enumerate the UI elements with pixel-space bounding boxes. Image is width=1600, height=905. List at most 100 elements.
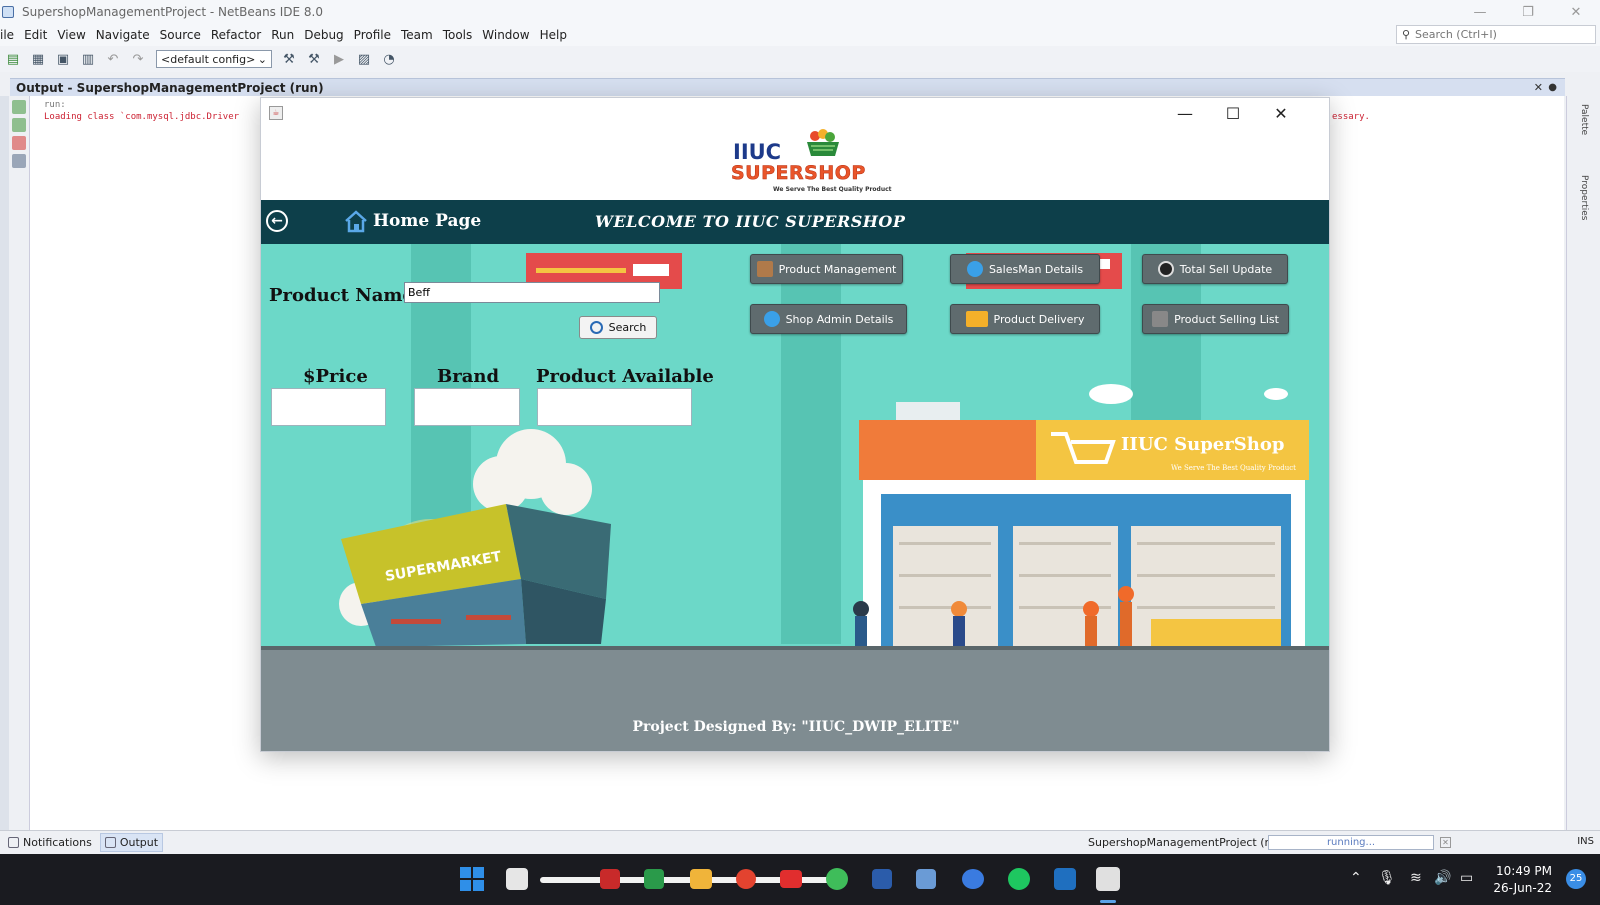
app-icon[interactable] bbox=[872, 869, 892, 889]
output-tab[interactable]: Output bbox=[99, 833, 164, 852]
menu-run[interactable]: Run bbox=[266, 28, 299, 42]
config-select[interactable]: <default config> ⌄ bbox=[156, 50, 272, 68]
run-icon[interactable]: ▶ bbox=[328, 49, 350, 69]
ide-search-box[interactable]: ⚲ bbox=[1396, 25, 1596, 44]
app-icon[interactable] bbox=[962, 869, 984, 889]
menu-window[interactable]: Window bbox=[477, 28, 534, 42]
windows-taskbar: ⌃ 🎙 ≋ 🔊 ▭ 10:49 PM 26-Jun-22 25 bbox=[0, 854, 1600, 905]
ide-window-controls: — ❐ ✕ bbox=[1456, 0, 1600, 24]
supermarket-illustration: SUPERMARKET bbox=[339, 429, 611, 647]
search-icon bbox=[589, 321, 603, 334]
menu-file[interactable]: ile bbox=[0, 28, 19, 42]
product-delivery-button[interactable]: Product Delivery bbox=[950, 304, 1100, 334]
salesman-details-button[interactable]: SalesMan Details bbox=[950, 254, 1100, 284]
minimize-icon[interactable]: — bbox=[1456, 0, 1504, 24]
minimize-output-icon[interactable]: ● bbox=[1548, 82, 1557, 93]
open-project-icon[interactable]: ▣ bbox=[52, 49, 74, 69]
menu-view[interactable]: View bbox=[52, 28, 90, 42]
file-explorer-icon[interactable] bbox=[690, 869, 712, 889]
app-close-icon[interactable]: ✕ bbox=[1257, 102, 1305, 124]
home-scene: Product Name: Search $Price Brand Produc… bbox=[261, 244, 1329, 751]
chevron-down-icon: ⌄ bbox=[257, 52, 267, 66]
build-icon[interactable]: ⚒ bbox=[278, 49, 300, 69]
spotify-icon[interactable] bbox=[1008, 868, 1030, 890]
home-label: Home Page bbox=[373, 211, 482, 231]
menu-debug[interactable]: Debug bbox=[299, 28, 348, 42]
menu-source[interactable]: Source bbox=[155, 28, 206, 42]
output-header: Output - SupershopManagementProject (run… bbox=[10, 78, 1565, 96]
notification-badge[interactable]: 25 bbox=[1566, 869, 1586, 889]
java-icon[interactable] bbox=[1096, 867, 1120, 891]
ide-search-input[interactable] bbox=[1415, 28, 1585, 41]
product-management-button[interactable]: Product Management bbox=[750, 254, 903, 284]
app-title-bar: ☕ — ☐ ✕ IIUC SUPERSHOP We Serve The Best… bbox=[261, 98, 1329, 198]
search-icon: ⚲ bbox=[1401, 28, 1411, 41]
wifi-icon[interactable]: ≋ bbox=[1410, 870, 1422, 886]
product-selling-list-button[interactable]: Product Selling List bbox=[1142, 304, 1289, 334]
menu-team[interactable]: Team bbox=[396, 28, 438, 42]
chrome-icon[interactable] bbox=[736, 869, 756, 889]
app-icon[interactable] bbox=[916, 869, 936, 889]
supershop-window: ☕ — ☐ ✕ IIUC SUPERSHOP We Serve The Best… bbox=[260, 97, 1330, 752]
close-output-icon[interactable]: ✕ bbox=[1534, 81, 1543, 94]
notifications-tab[interactable]: Notifications bbox=[4, 834, 96, 851]
back-button[interactable]: ← bbox=[266, 210, 288, 232]
clock-date: 26-Jun-22 bbox=[1493, 881, 1552, 895]
battery-icon[interactable]: ▭ bbox=[1460, 870, 1473, 886]
availability-field[interactable] bbox=[537, 388, 692, 426]
properties-tab[interactable]: Properties bbox=[1579, 175, 1589, 220]
footer-credit: Project Designed By: "IIUC_DWIP_ELITE" bbox=[632, 719, 960, 735]
menu-help[interactable]: Help bbox=[535, 28, 572, 42]
cancel-task-icon[interactable]: ✕ bbox=[1440, 837, 1451, 848]
price-field[interactable] bbox=[271, 388, 386, 426]
start-icon[interactable] bbox=[460, 867, 484, 891]
restore-icon[interactable]: ❐ bbox=[1504, 0, 1552, 24]
clock[interactable]: 10:49 PM 26-Jun-22 bbox=[1493, 863, 1552, 897]
debug-icon[interactable]: ▨ bbox=[353, 49, 375, 69]
new-project-icon[interactable]: ▦ bbox=[27, 49, 49, 69]
profile-icon[interactable]: ◔ bbox=[378, 49, 400, 69]
box-icon bbox=[756, 261, 773, 277]
search-label: Search bbox=[608, 321, 647, 334]
search-button[interactable]: Search bbox=[579, 316, 657, 339]
app-icon[interactable] bbox=[644, 869, 664, 889]
clean-build-icon[interactable]: ⚒ bbox=[303, 49, 325, 69]
close-icon[interactable]: ✕ bbox=[1552, 0, 1600, 24]
menu-navigate[interactable]: Navigate bbox=[91, 28, 155, 42]
microphone-icon[interactable]: 🎙 bbox=[1378, 870, 1396, 886]
whatsapp-icon[interactable] bbox=[826, 868, 848, 890]
menu-tools[interactable]: Tools bbox=[438, 28, 478, 42]
brand-field[interactable] bbox=[414, 388, 520, 426]
stop-icon[interactable] bbox=[12, 136, 26, 150]
redo-icon[interactable]: ↷ bbox=[127, 49, 149, 69]
supershop-logo: IIUC SUPERSHOP We Serve The Best Quality… bbox=[731, 128, 901, 194]
menu-profile[interactable]: Profile bbox=[349, 28, 396, 42]
output-line: essary. bbox=[1332, 112, 1370, 122]
settings-icon[interactable] bbox=[12, 154, 26, 168]
menu-edit[interactable]: Edit bbox=[19, 28, 52, 42]
palette-tab[interactable]: Palette bbox=[1579, 104, 1589, 135]
user-icon bbox=[763, 311, 780, 327]
projects-side-tab[interactable] bbox=[0, 96, 9, 830]
home-icon bbox=[345, 210, 367, 233]
volume-icon[interactable]: 🔊 bbox=[1434, 870, 1451, 886]
chevron-up-icon[interactable]: ⌃ bbox=[1350, 870, 1362, 886]
product-name-input[interactable] bbox=[404, 282, 660, 303]
notification-icon bbox=[8, 837, 19, 848]
photos-icon[interactable] bbox=[1054, 868, 1076, 890]
app-icon[interactable] bbox=[600, 869, 620, 889]
rerun-different-icon[interactable] bbox=[12, 118, 26, 132]
task-view-icon[interactable] bbox=[506, 868, 528, 890]
right-side-panels: Palette Properties bbox=[1566, 96, 1600, 830]
menu-refactor[interactable]: Refactor bbox=[206, 28, 266, 42]
save-all-icon[interactable]: ▥ bbox=[77, 49, 99, 69]
undo-icon[interactable]: ↶ bbox=[102, 49, 124, 69]
app-maximize-icon[interactable]: ☐ bbox=[1209, 102, 1257, 124]
total-sell-update-button[interactable]: Total Sell Update bbox=[1142, 254, 1288, 284]
new-file-icon[interactable]: ▤ bbox=[2, 49, 24, 69]
output-line: run: bbox=[44, 100, 66, 110]
app-minimize-icon[interactable]: — bbox=[1161, 102, 1209, 124]
rerun-icon[interactable] bbox=[12, 100, 26, 114]
youtube-icon[interactable] bbox=[780, 870, 802, 888]
shop-admin-details-button[interactable]: Shop Admin Details bbox=[750, 304, 907, 334]
